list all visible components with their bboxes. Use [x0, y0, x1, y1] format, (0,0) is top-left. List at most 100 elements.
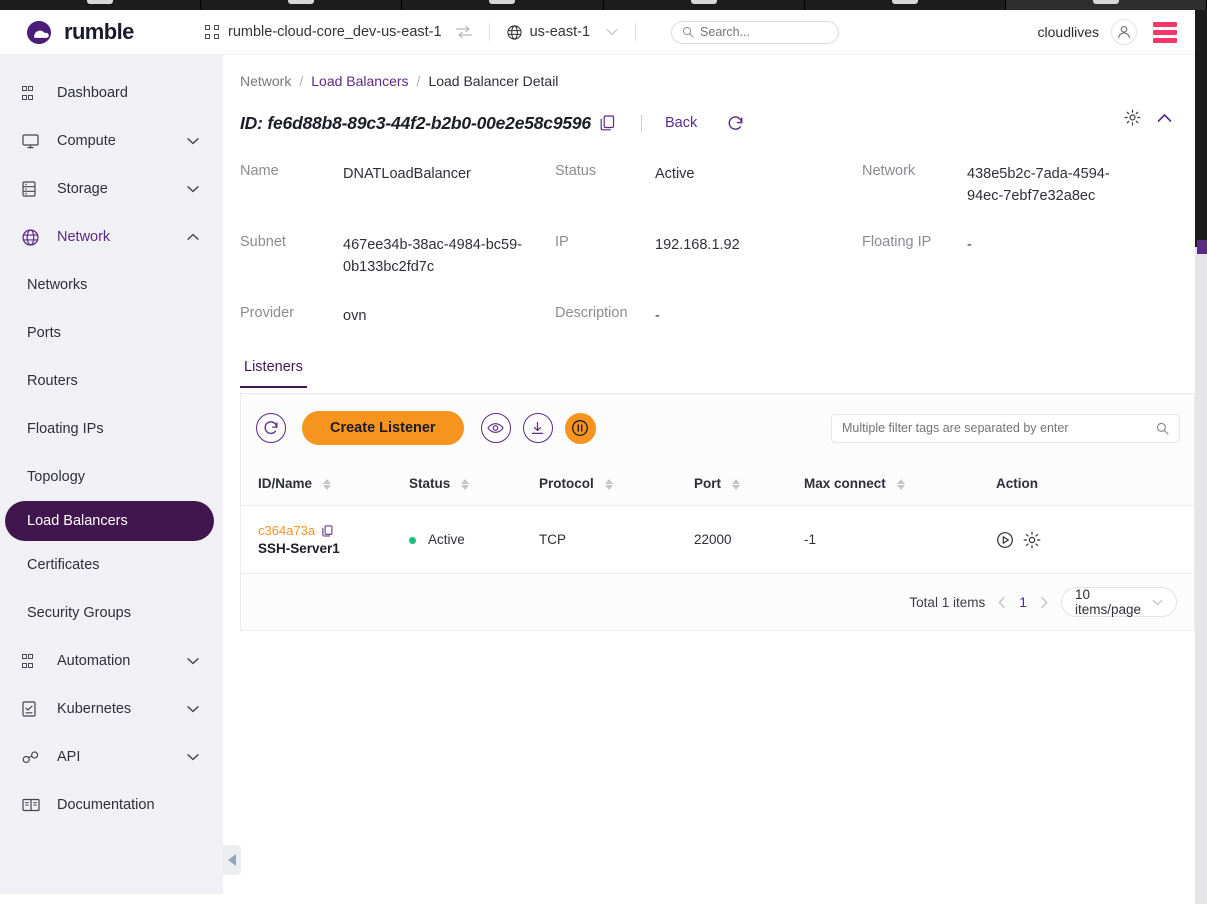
chevron-down-icon[interactable] [187, 705, 199, 713]
next-page-button[interactable] [1039, 596, 1049, 609]
create-listener-button[interactable]: Create Listener [302, 411, 464, 445]
prev-page-button[interactable] [997, 596, 1007, 609]
load-balancer-detail-card: ID: fe6d88b8-89c3-44f2-b2b0-00e2e58c9596… [240, 103, 1183, 327]
cell-protocol: TCP [539, 505, 694, 574]
page-size-select[interactable]: 10 items/page [1061, 587, 1177, 617]
chevron-down-icon[interactable] [187, 137, 199, 145]
copy-icon[interactable] [600, 115, 615, 131]
refresh-icon[interactable] [727, 115, 744, 132]
taskbar-segment [0, 0, 202, 10]
sort-icon[interactable] [896, 478, 905, 490]
back-button[interactable]: Back [665, 115, 697, 131]
taskbar-segment [402, 0, 604, 10]
status-text: Active [428, 532, 465, 547]
table-row[interactable]: c364a73a SSH-Server1 Active TCP 22000 -1 [241, 505, 1194, 574]
eye-icon[interactable] [480, 413, 511, 443]
region-selector[interactable]: us-east-1 [507, 24, 618, 40]
play-circle-icon[interactable] [996, 531, 1014, 549]
pagination: Total 1 items 1 10 items/page [241, 574, 1194, 630]
sidebar-item-label: Ports [27, 325, 61, 341]
sidebar-item-topology[interactable]: Topology [0, 453, 223, 501]
header-right-group: cloudlives [1038, 19, 1177, 45]
sidebar-item-floating-ips[interactable]: Floating IPs [0, 405, 223, 453]
sidebar-item-network[interactable]: Network [0, 213, 223, 261]
sidebar-item-certificates[interactable]: Certificates [0, 541, 223, 589]
copy-icon[interactable] [322, 524, 333, 537]
listener-id[interactable]: c364a73a [258, 523, 315, 538]
sidebar-item-kubernetes[interactable]: Kubernetes [0, 685, 223, 733]
breadcrumb-root[interactable]: Network [240, 73, 291, 89]
sidebar-item-documentation[interactable]: Documentation [0, 781, 223, 829]
sidebar-item-storage[interactable]: Storage [0, 165, 223, 213]
sidebar-item-security-groups[interactable]: Security Groups [0, 589, 223, 637]
gear-icon[interactable] [1124, 109, 1141, 126]
api-icon [22, 750, 42, 765]
gear-icon[interactable] [1023, 531, 1041, 549]
sidebar-item-routers[interactable]: Routers [0, 357, 223, 405]
sort-icon[interactable] [731, 478, 740, 490]
divider [640, 114, 642, 132]
sort-icon[interactable] [322, 478, 331, 490]
field-label-ip: IP [555, 234, 569, 250]
tab-listeners[interactable]: Listeners [240, 359, 307, 388]
chevron-up-icon[interactable] [1157, 113, 1172, 123]
sidebar-item-label: Documentation [57, 797, 155, 813]
column-header-port[interactable]: Port [694, 462, 804, 506]
field-label-provider: Provider [240, 305, 294, 321]
column-header-protocol[interactable]: Protocol [539, 462, 694, 506]
sort-icon[interactable] [461, 478, 470, 490]
refresh-button[interactable] [256, 413, 286, 443]
field-value-network: 438e5b2c-7ada-4594-94ec-7ebf7e32a8ec [967, 166, 1110, 204]
chevron-down-icon[interactable] [187, 753, 199, 761]
sidebar-item-compute[interactable]: Compute [0, 117, 223, 165]
page-number-1[interactable]: 1 [1019, 594, 1027, 610]
project-selector[interactable]: rumble-cloud-core_dev-us-east-1 [205, 24, 472, 40]
breadcrumb-parent-link[interactable]: Load Balancers [311, 73, 408, 89]
sidebar-item-label: Topology [27, 469, 86, 485]
sidebar-item-label: Floating IPs [27, 421, 104, 437]
detail-info-grid: Name DNATLoadBalancer Status Active Netw… [240, 163, 1183, 327]
column-header-id-name[interactable]: ID/Name [241, 462, 409, 506]
sort-icon[interactable] [604, 478, 613, 490]
column-header-max-connect[interactable]: Max connect [804, 462, 996, 506]
project-name: rumble-cloud-core_dev-us-east-1 [228, 24, 442, 40]
listener-id-line: c364a73a [258, 523, 409, 538]
filter-search-box[interactable] [831, 413, 1180, 443]
chevron-down-icon[interactable] [187, 185, 199, 193]
field-label-description: Description [555, 305, 628, 321]
divider [488, 23, 490, 41]
filter-input[interactable] [842, 421, 1156, 435]
sidebar-item-label: Dashboard [57, 85, 128, 101]
column-header-status[interactable]: Status [409, 462, 539, 506]
sidebar-item-automation[interactable]: Automation [0, 637, 223, 685]
listeners-panel: Create Listener Multiple filter tags are… [240, 394, 1195, 631]
collapse-left-arrow-icon [228, 854, 236, 866]
chevron-up-icon[interactable] [187, 233, 199, 241]
grid-icon [205, 25, 219, 39]
search-input[interactable] [700, 25, 831, 39]
user-avatar-icon[interactable] [1111, 19, 1137, 45]
brand-logo[interactable]: rumble [22, 19, 172, 45]
global-search[interactable] [671, 20, 840, 44]
cell-id-name: c364a73a SSH-Server1 [241, 505, 409, 574]
cloud-icon [22, 19, 56, 45]
download-icon[interactable] [522, 413, 553, 443]
sidebar-item-api[interactable]: API [0, 733, 223, 781]
clipboard-icon [22, 701, 42, 717]
hamburger-menu-icon[interactable] [1153, 21, 1177, 43]
sidebar-collapse-button[interactable] [223, 845, 241, 875]
background-panel-edge [1195, 247, 1207, 904]
database-icon [22, 181, 42, 197]
field-value-subnet: 467ee34b-38ac-4984-bc59-0b133bc2fd7c [343, 237, 522, 275]
pause-circle-icon[interactable] [564, 412, 596, 444]
sidebar-item-networks[interactable]: Networks [0, 261, 223, 309]
sidebar-item-load-balancers[interactable]: Load Balancers [5, 501, 214, 541]
search-icon[interactable] [1156, 422, 1169, 435]
switch-arrows-icon[interactable] [455, 25, 472, 39]
breadcrumb-separator: / [416, 73, 421, 89]
chevron-down-icon[interactable] [187, 657, 199, 665]
sidebar-item-ports[interactable]: Ports [0, 309, 223, 357]
sidebar-item-label: Security Groups [27, 605, 131, 621]
sidebar-item-dashboard[interactable]: Dashboard [0, 69, 223, 117]
chevron-down-icon[interactable] [606, 28, 618, 36]
